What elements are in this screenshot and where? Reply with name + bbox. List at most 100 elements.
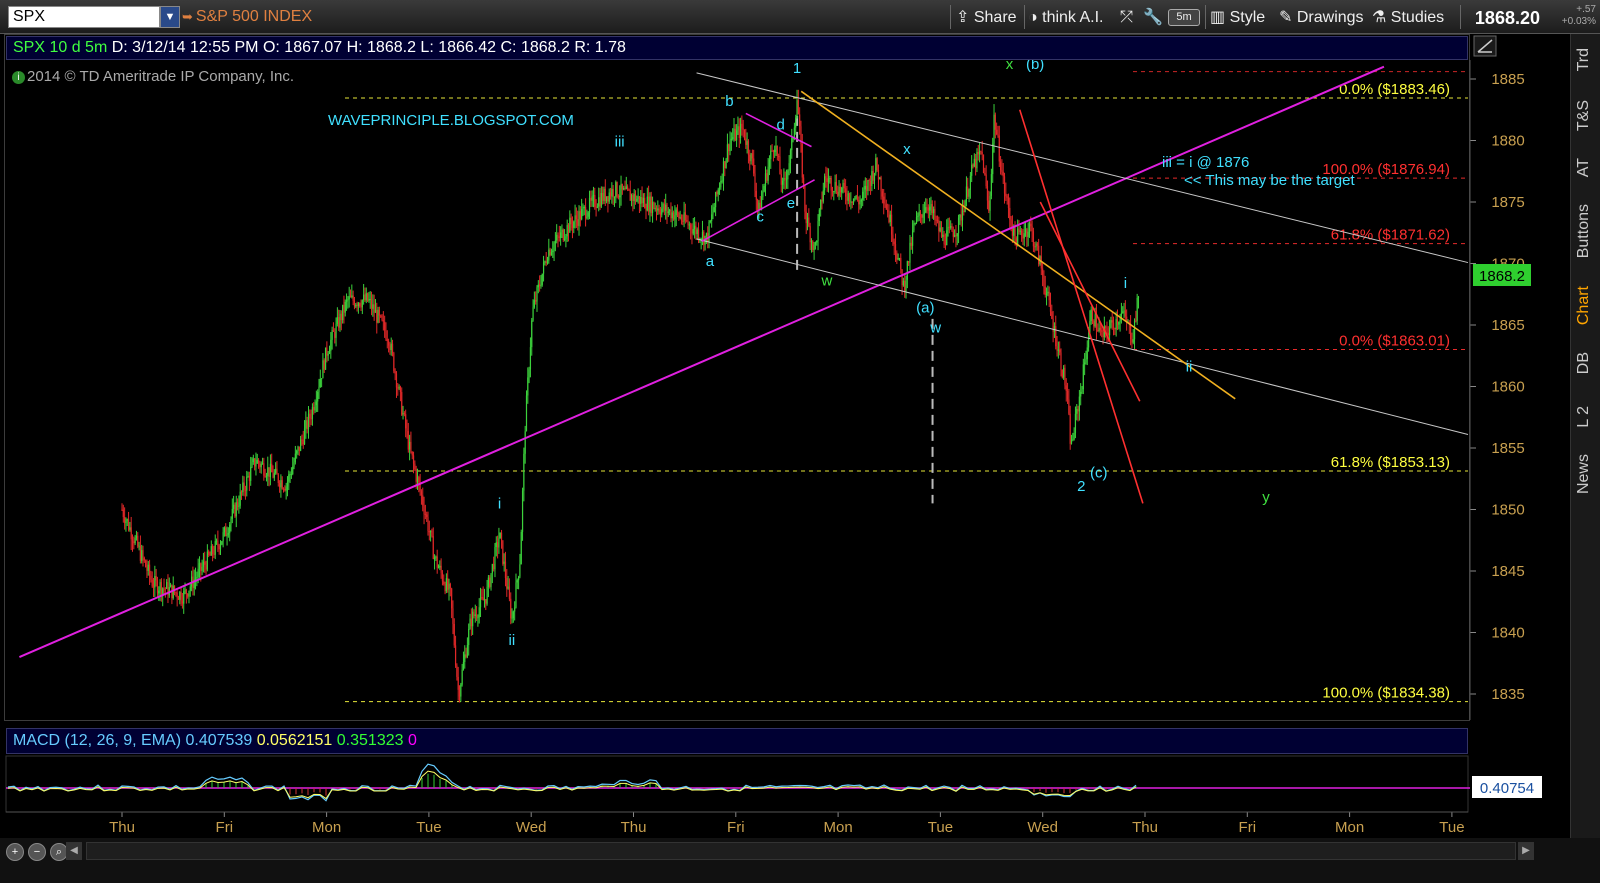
info-date: D: 3/12/14 12:55 PM — [111, 39, 259, 56]
candle-body — [1110, 320, 1112, 328]
candle-body — [994, 114, 996, 130]
tab-at[interactable]: AT — [1575, 158, 1593, 177]
candle-body — [872, 171, 874, 181]
candle-body — [257, 459, 260, 464]
candle-body — [306, 420, 308, 430]
candle-body — [137, 535, 139, 547]
price-chart[interactable]: 0.0% ($1883.46)100.0% ($1876.94)61.8% ($… — [0, 0, 1570, 838]
candle-body — [763, 185, 765, 192]
candle-body — [415, 469, 417, 482]
candle-body — [546, 260, 549, 264]
candle-body — [725, 159, 727, 169]
chart-info-bar: SPX 10 d 5m D: 3/12/14 12:55 PM O: 1867.… — [6, 36, 1468, 60]
candle-body — [1097, 329, 1099, 331]
candle-body — [440, 565, 442, 573]
candle-body — [805, 211, 807, 224]
candle-body — [812, 241, 814, 250]
candle-body — [624, 187, 626, 190]
price-axis: 1835184018451850185518601865187018751880… — [1469, 60, 1525, 720]
tab-db[interactable]: DB — [1575, 352, 1593, 374]
price-tick-label: 1845 — [1491, 563, 1524, 580]
candle-body — [518, 576, 520, 581]
tab-trd[interactable]: Trd — [1575, 48, 1593, 71]
time-scrollbar[interactable] — [86, 842, 1516, 860]
candle-body — [552, 250, 554, 253]
candle-body — [820, 199, 822, 210]
candle-body — [227, 533, 229, 535]
zoom-in-icon[interactable]: + — [6, 843, 24, 861]
candle-body — [766, 173, 768, 181]
candle-body — [645, 208, 647, 211]
candle-body — [1105, 326, 1107, 328]
candle-body — [243, 482, 245, 491]
candle-body — [971, 164, 973, 176]
tab-level-2[interactable]: L 2 — [1575, 406, 1593, 428]
info-icon[interactable]: i — [12, 71, 25, 84]
candle-body — [453, 623, 455, 646]
candle-body — [537, 284, 539, 288]
tab-chart[interactable]: Chart — [1575, 286, 1593, 325]
tab-buttons[interactable]: Buttons — [1575, 204, 1593, 258]
fib-level-label: 0.0% ($1883.46) — [1339, 81, 1450, 98]
macd-extra: 0 — [407, 732, 417, 749]
candle-body — [290, 473, 293, 475]
candle-body — [600, 192, 602, 207]
candle-body — [146, 567, 148, 571]
candle-body — [553, 243, 555, 251]
candle-body — [969, 175, 971, 190]
macd-pane-frame — [5, 755, 1469, 813]
candle-body — [908, 261, 910, 263]
candle-body — [219, 544, 222, 550]
time-tick-label: Thu — [1132, 819, 1158, 836]
candle-body — [156, 580, 159, 594]
candle-body — [1032, 231, 1035, 247]
candle-body — [556, 234, 558, 241]
candle-body — [672, 212, 675, 220]
wave-label: (c) — [1090, 465, 1108, 482]
macd-info-bar: MACD (12, 26, 9, EMA) 0.407539 0.0562151… — [6, 728, 1468, 754]
candle-body — [612, 188, 614, 198]
candle-body — [491, 564, 493, 574]
candle-body — [386, 339, 388, 341]
candle-body — [780, 174, 782, 185]
candle-body — [833, 191, 835, 193]
candle-body — [236, 502, 239, 507]
candle-body — [574, 215, 576, 222]
candle-body — [1005, 193, 1007, 197]
candle-body — [423, 505, 425, 514]
tab-time-and-sales[interactable]: T&S — [1575, 100, 1593, 131]
macd-avg: 0.0562151 — [256, 732, 333, 749]
draw-tool-icon[interactable] — [1473, 35, 1497, 57]
candle-body — [951, 225, 953, 232]
candle-body — [1131, 339, 1133, 343]
candle-body — [747, 141, 750, 155]
candle-body — [330, 339, 332, 352]
vertical-dashed-lines — [796, 115, 934, 504]
candle-body — [975, 158, 977, 169]
candles — [121, 89, 1140, 703]
time-tick-label: Mon — [1335, 819, 1364, 836]
candle-body — [665, 204, 667, 211]
scroll-left-button[interactable]: ◀ — [66, 842, 82, 860]
candle-body — [1060, 352, 1062, 371]
candle-body — [746, 141, 748, 145]
candle-body — [751, 153, 753, 159]
candle-body — [981, 152, 983, 155]
candle-body — [391, 343, 394, 354]
zoom-out-icon[interactable]: − — [28, 843, 46, 861]
price-tick-label: 1885 — [1491, 71, 1524, 88]
scroll-right-button[interactable]: ▶ — [1518, 842, 1534, 860]
copyright-notice: i 2014 © TD Ameritrade IP Company, Inc. — [12, 68, 294, 85]
candle-body — [264, 475, 266, 477]
candle-body — [313, 407, 315, 411]
candle-body — [179, 591, 181, 600]
candle-body — [817, 221, 819, 242]
candle-body — [641, 196, 643, 204]
candle-body — [357, 303, 359, 307]
candle-body — [352, 295, 354, 301]
candle-body — [705, 233, 708, 237]
tab-news[interactable]: News — [1575, 454, 1593, 494]
candle-body — [558, 236, 560, 238]
candle-body — [435, 556, 437, 558]
candle-body — [197, 568, 199, 578]
